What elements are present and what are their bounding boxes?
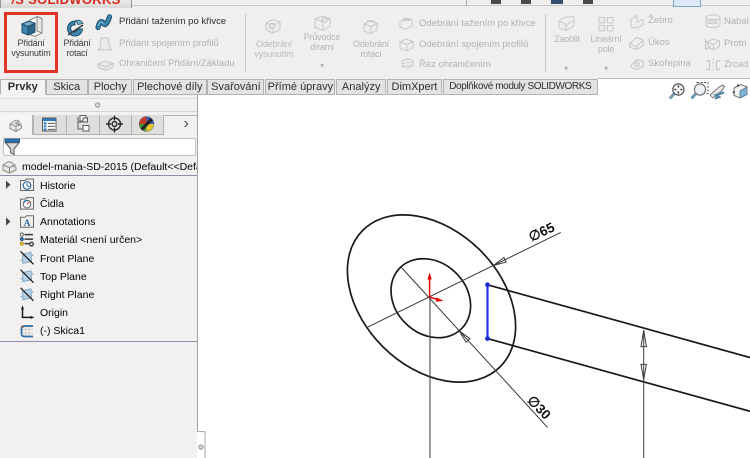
svg-text:A: A [24,219,31,229]
svg-text:∅65: ∅65 [526,219,557,244]
svg-text:∅30: ∅30 [524,393,553,423]
